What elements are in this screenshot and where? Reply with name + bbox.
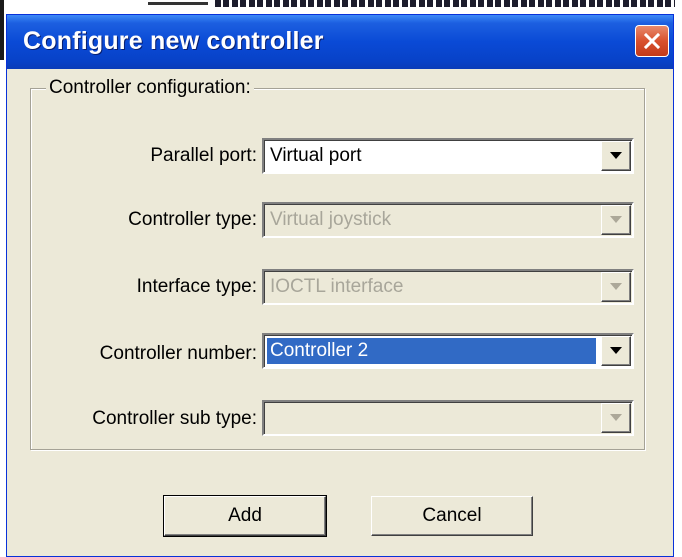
background-text [148,2,208,5]
controller-type-label: Controller type: [128,209,257,230]
background-window-strip [0,0,682,60]
chevron-down-icon [610,152,622,159]
interface-type-label: Interface type: [136,276,257,297]
controller-number-label: Controller number: [99,343,257,364]
add-button[interactable]: Add [163,495,327,537]
parallel-port-value: Virtual port [270,145,362,166]
interface-type-value: IOCTL interface [270,276,404,297]
title-bar[interactable]: Configure new controller [7,15,673,69]
group-label: Controller configuration: [46,77,254,99]
parallel-port-dropdown-button[interactable] [601,141,631,171]
controller-type-dropdown-button [601,205,631,235]
cancel-button[interactable]: Cancel [371,496,533,536]
close-button[interactable] [635,25,669,57]
controller-number-select[interactable]: Controller 2 [262,333,634,369]
controller-sub-type-select [262,400,634,436]
chevron-down-icon [610,283,622,290]
interface-type-dropdown-button [601,272,631,302]
controller-sub-type-dropdown-button [601,403,631,433]
chevron-down-icon [610,414,622,421]
chevron-down-icon [610,216,622,223]
dialog-title: Configure new controller [23,27,324,55]
close-icon [643,32,661,50]
parallel-port-select[interactable]: Virtual port [262,138,634,174]
controller-type-select: Virtual joystick [262,202,634,238]
controller-number-dropdown-button[interactable] [601,336,631,366]
parallel-port-label: Parallel port: [150,145,257,166]
background-text [215,0,675,7]
controller-number-value: Controller 2 [267,338,596,364]
background-edge [0,0,4,60]
chevron-down-icon [610,347,622,354]
controller-type-value: Virtual joystick [270,209,392,230]
interface-type-select: IOCTL interface [262,269,634,305]
controller-sub-type-label: Controller sub type: [92,408,257,429]
